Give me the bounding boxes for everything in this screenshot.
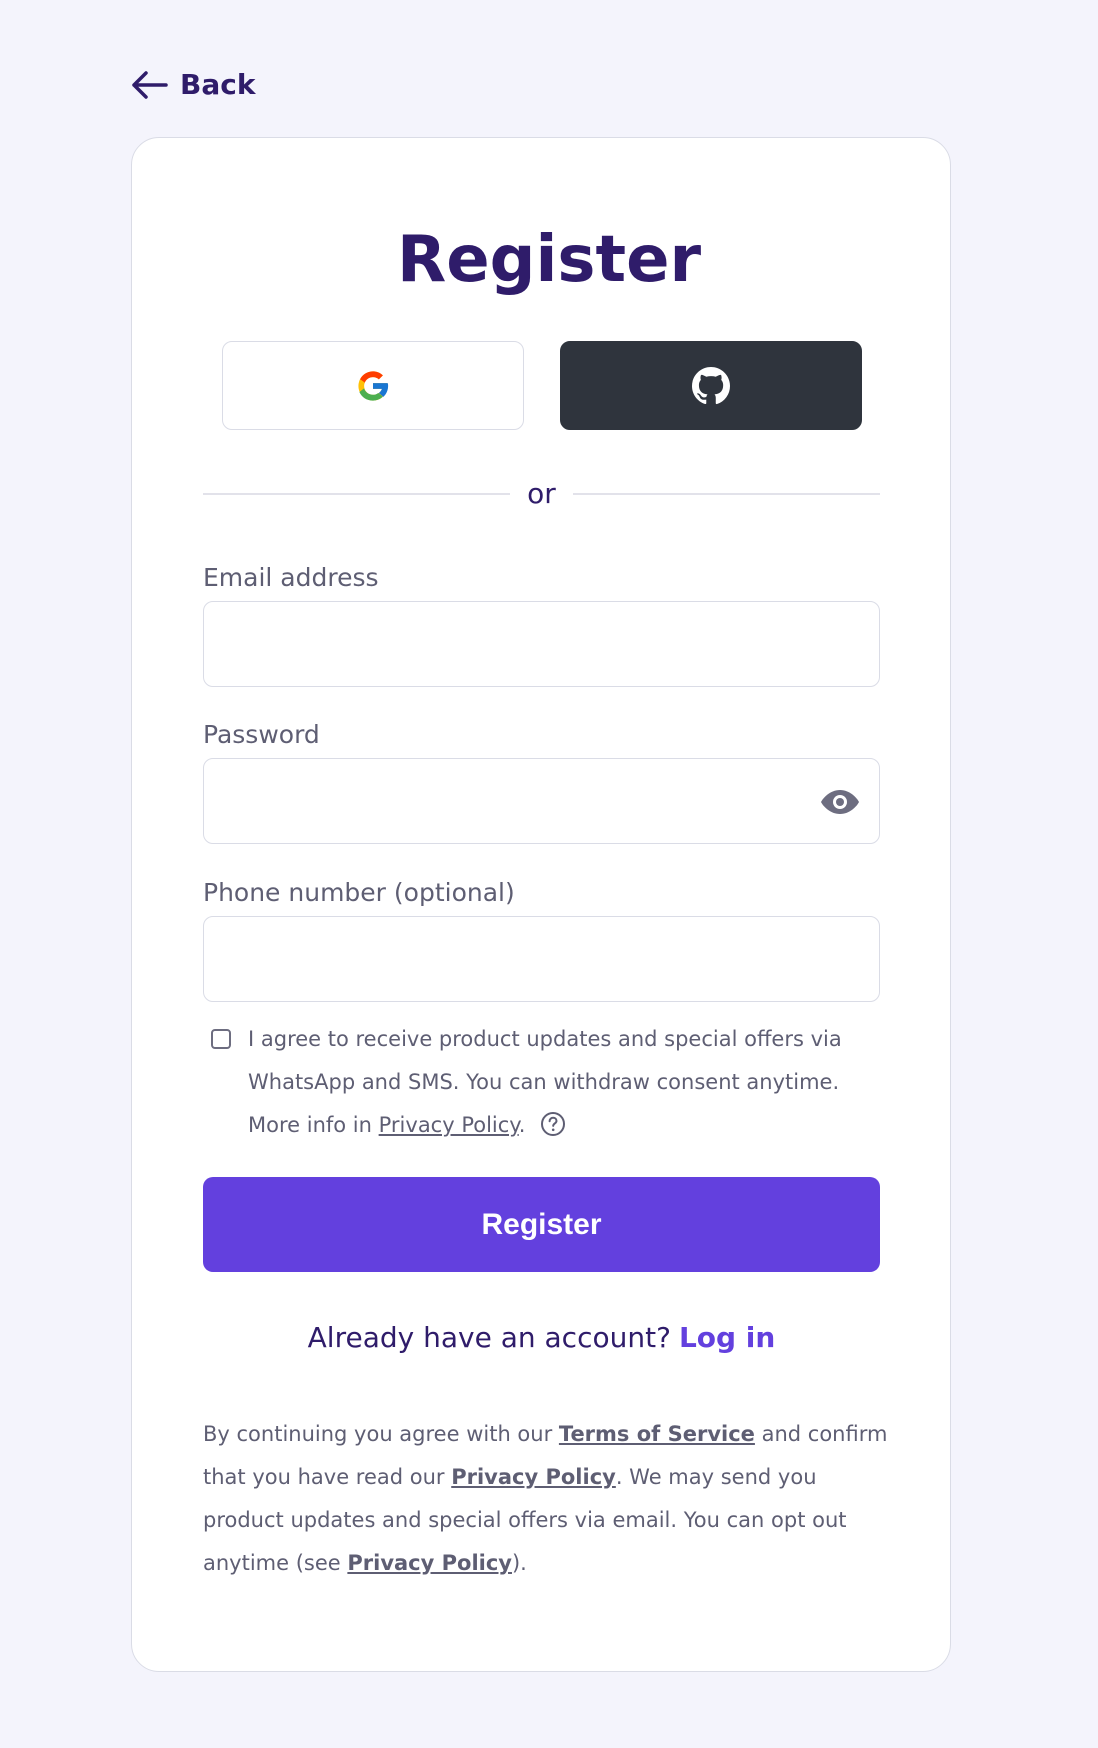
- login-prompt-text: Already have an account?: [307, 1321, 671, 1354]
- password-label: Password: [203, 720, 320, 749]
- phone-field-box: [203, 916, 880, 1002]
- consent-text: I agree to receive product updates and s…: [248, 1018, 888, 1147]
- phone-field[interactable]: [204, 917, 879, 1001]
- terms-of-service-link[interactable]: Terms of Service: [559, 1422, 755, 1446]
- privacy-policy-link[interactable]: Privacy Policy: [451, 1465, 616, 1489]
- divider-line-right: [573, 493, 880, 495]
- back-label: Back: [180, 68, 256, 101]
- password-field-box: [203, 758, 880, 844]
- privacy-policy-link-2[interactable]: Privacy Policy: [347, 1551, 512, 1575]
- divider-or: or: [527, 477, 556, 510]
- log-in-link[interactable]: Log in: [679, 1321, 775, 1354]
- back-link[interactable]: Back: [130, 68, 255, 101]
- legal-notice: By continuing you agree with our Terms o…: [203, 1413, 893, 1585]
- google-sign-in-button[interactable]: [222, 341, 524, 430]
- question-circle-icon[interactable]: [540, 1111, 566, 1137]
- page-title: Register: [396, 223, 702, 297]
- login-prompt: Already have an account? Log in: [0, 1318, 1083, 1358]
- legal-text-4: ).: [511, 1551, 527, 1575]
- password-field[interactable]: [204, 759, 879, 843]
- phone-label: Phone number (optional): [203, 878, 515, 907]
- eye-icon: [821, 790, 859, 814]
- email-field-box: [203, 601, 880, 687]
- arrow-left-icon: [132, 70, 168, 99]
- register-button[interactable]: Register: [203, 1177, 880, 1272]
- divider-line-left: [203, 493, 510, 495]
- github-icon: [692, 366, 730, 404]
- legal-text-1: By continuing you agree with our: [203, 1422, 559, 1446]
- consent-checkbox[interactable]: [211, 1029, 231, 1049]
- email-field[interactable]: [204, 602, 879, 686]
- email-label: Email address: [203, 563, 379, 592]
- google-icon: [358, 370, 389, 401]
- github-sign-in-button[interactable]: [560, 341, 862, 430]
- consent-privacy-policy-link[interactable]: Privacy Policy: [379, 1113, 519, 1137]
- consent-text-end: .: [518, 1113, 526, 1137]
- show-password-toggle[interactable]: [819, 782, 861, 822]
